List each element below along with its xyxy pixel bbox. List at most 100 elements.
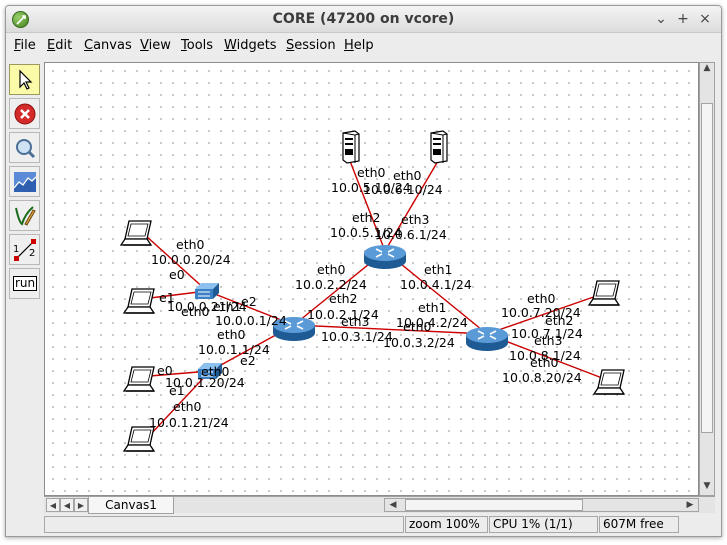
menu-help-label: elp	[353, 38, 374, 53]
iface-label: eth2	[329, 291, 357, 306]
menu-edit-mnemonic: E	[47, 38, 56, 53]
iface-label: eth0	[357, 165, 386, 180]
minimize-icon[interactable]: ⌄	[653, 10, 669, 28]
pencil-icon	[15, 206, 36, 226]
zoom-tool-button[interactable]	[9, 132, 40, 163]
menu-view[interactable]: View	[140, 38, 171, 53]
port-label: e2	[240, 353, 256, 368]
status-message	[44, 516, 404, 533]
iface-label: eth1	[424, 262, 452, 277]
run-tool-label: run	[13, 276, 38, 291]
scroll-up-icon[interactable]: ▲	[700, 63, 714, 73]
vertical-scroll-thumb[interactable]	[701, 103, 713, 433]
vertical-scrollbar[interactable]: ▲ ▼	[699, 62, 715, 496]
menu-widgets-mnemonic: W	[224, 38, 237, 53]
menu-file[interactable]: File	[14, 38, 36, 53]
laptop-icon[interactable]	[123, 288, 155, 314]
ip-label: 10.0.0.1/24	[215, 313, 287, 328]
menu-bar: File Edit Canvas View Tools Widgets Sess…	[6, 34, 721, 56]
ip-label: 10.0.1.20/24	[165, 375, 245, 390]
iface-label: eth3	[341, 314, 369, 329]
iface-label: eth0	[176, 237, 205, 252]
tab-canvas1[interactable]: Canvas1	[88, 497, 174, 514]
menu-tools-label: ools	[186, 38, 214, 53]
menu-widgets[interactable]: Widgets	[224, 38, 277, 53]
router-icon[interactable]	[363, 244, 407, 270]
server-icon[interactable]	[430, 130, 448, 164]
laptop-icon[interactable]	[120, 220, 152, 246]
title-bar: CORE (47200 on vcore) ⌄ + ×	[6, 6, 721, 33]
menu-canvas[interactable]: Canvas	[84, 38, 132, 53]
scroll-right-icon[interactable]: ▶	[683, 500, 697, 510]
menu-widgets-label: idgets	[236, 38, 277, 53]
tab-next-icon[interactable]: ▶	[74, 498, 88, 512]
horizontal-scroll-thumb[interactable]	[405, 499, 583, 511]
memory-status: 607M free	[599, 516, 679, 533]
network-canvas[interactable]: eth0 10.0.5.10/24 eth0 10.0.6.10/24 eth2…	[44, 62, 699, 496]
iface-label: eth0	[403, 319, 432, 334]
close-icon[interactable]: ×	[697, 10, 713, 28]
topology-svg: eth0 10.0.5.10/24 eth0 10.0.6.10/24 eth2…	[120, 130, 625, 452]
menu-help-mnemonic: H	[344, 38, 354, 53]
ip-label: 10.0.4.1/24	[400, 277, 472, 292]
laptop-icon[interactable]	[593, 369, 625, 395]
plot-tool-button[interactable]	[9, 166, 40, 197]
two-node-tool-button[interactable]: 1 2	[9, 234, 40, 265]
menu-view-label: iew	[148, 38, 171, 53]
menu-help[interactable]: Help	[344, 38, 374, 53]
ip-label: 10.0.7.20/24	[501, 305, 581, 320]
menu-view-mnemonic: V	[140, 38, 149, 53]
menu-session-label: ession	[294, 38, 336, 53]
stop-tool-button[interactable]	[9, 98, 40, 129]
iface-label: eth3	[534, 333, 562, 348]
menu-session[interactable]: Session	[286, 38, 336, 53]
ip-label: 10.0.3.2/24	[383, 335, 455, 350]
menu-canvas-mnemonic: C	[84, 38, 94, 53]
ip-label: 10.0.6.1/24	[375, 227, 447, 242]
laptop-icon[interactable]	[123, 366, 155, 392]
tab-prev-icon[interactable]: ◀	[60, 498, 74, 512]
iface-label: eth0	[317, 262, 346, 277]
ip-label: 10.0.8.20/24	[502, 370, 582, 385]
switch-icon[interactable]	[194, 282, 220, 300]
ip-label: 10.0.2.2/24	[295, 277, 367, 292]
ip-label: 10.0.1.1/24	[198, 342, 270, 357]
laptop-icon[interactable]	[123, 426, 155, 452]
tool-palette: 1 2 run	[6, 62, 42, 312]
zoom-status: zoom 100%	[405, 516, 488, 533]
iface-label: eth1	[213, 299, 241, 314]
iface-label: eth0	[393, 168, 422, 183]
menu-edit[interactable]: Edit	[47, 38, 72, 53]
iface-label: eth0	[530, 355, 559, 370]
router-icon[interactable]	[465, 326, 509, 352]
ip-label: 10.0.0.20/24	[151, 252, 231, 267]
graph-icon	[13, 172, 37, 192]
ip-label: 10.0.6.10/24	[363, 182, 443, 197]
iface-label: eth1	[418, 300, 446, 315]
menu-canvas-label: anvas	[93, 38, 132, 53]
iface-label: eth3	[401, 212, 429, 227]
port-label: e1	[159, 290, 175, 305]
two-node-label-2: 2	[29, 248, 35, 259]
server-icon[interactable]	[342, 130, 360, 164]
pointer-arrow-icon	[19, 69, 33, 90]
stop-icon	[14, 103, 36, 125]
run-tool-button[interactable]: run	[9, 268, 40, 299]
iface-label: eth0	[527, 291, 556, 306]
menu-tools[interactable]: Tools	[181, 38, 213, 53]
scroll-left-icon[interactable]: ◀	[386, 500, 400, 510]
maximize-icon[interactable]: +	[675, 10, 691, 28]
canvas-tab-bar: ◀ ◀ ▶ Canvas1 ◀ ▶	[44, 496, 715, 514]
select-tool-button[interactable]	[9, 64, 40, 95]
status-bar: zoom 100% CPU 1% (1/1) 607M free	[6, 514, 721, 534]
iface-label: eth0	[217, 327, 246, 342]
laptop-icon[interactable]	[588, 280, 620, 306]
port-label: e2	[241, 294, 257, 309]
window-title: CORE (47200 on vcore)	[272, 11, 455, 27]
tab-first-icon[interactable]: ◀	[46, 498, 60, 512]
scroll-down-icon[interactable]: ▼	[700, 481, 714, 491]
ip-label: 10.0.1.21/24	[149, 415, 229, 430]
marker-tool-button[interactable]	[9, 200, 40, 231]
horizontal-scrollbar[interactable]: ◀ ▶	[384, 498, 699, 512]
two-node-label-1: 1	[13, 244, 19, 255]
